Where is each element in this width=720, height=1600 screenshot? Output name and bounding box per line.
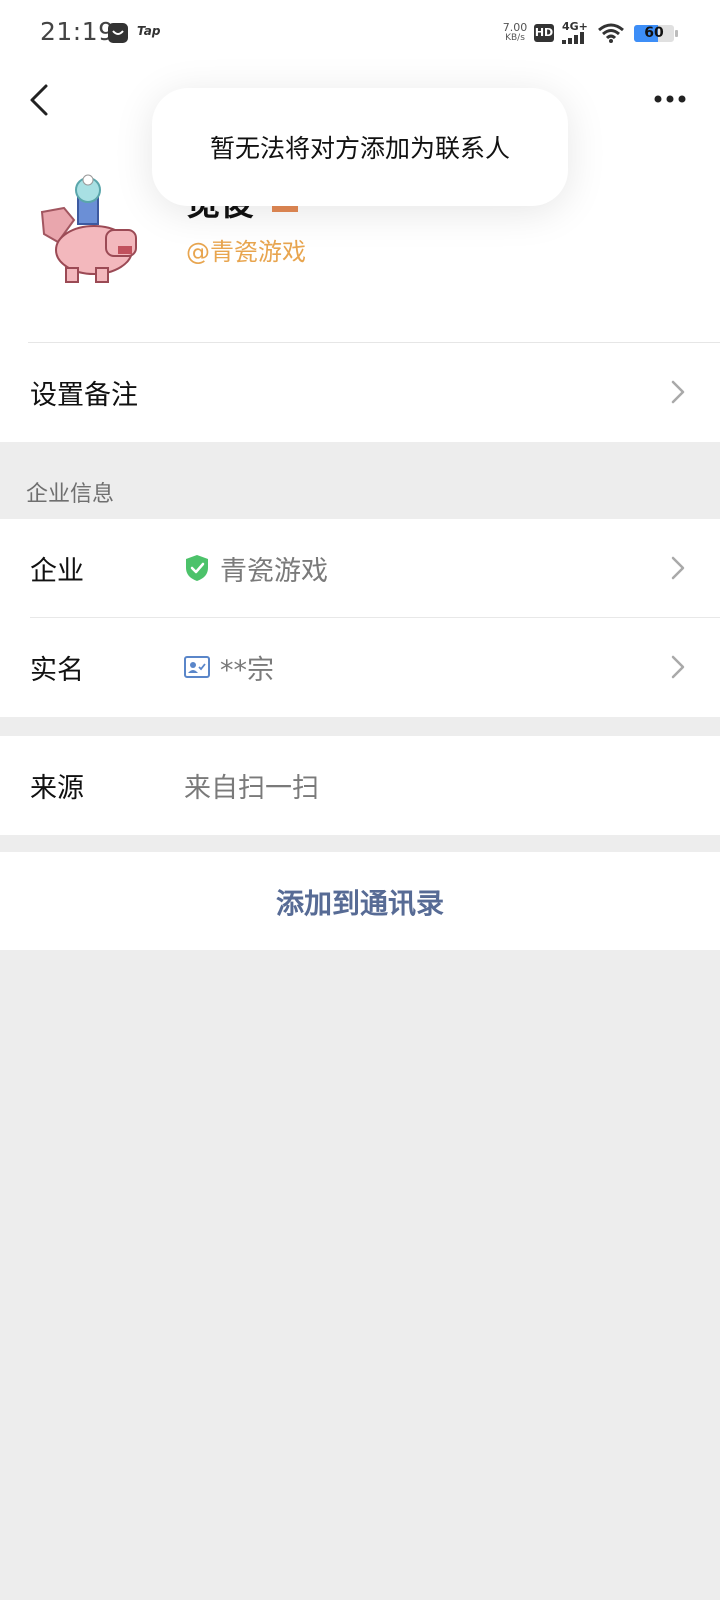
source-label: 来源	[30, 773, 84, 804]
set-remark-label: 设置备注	[30, 380, 138, 411]
corp-handle: @青瓷游戏	[186, 238, 306, 266]
net-speed: 7.00 KB/s	[502, 21, 528, 43]
source-value: 来自扫一扫	[184, 773, 319, 804]
more-options-button[interactable]	[650, 84, 694, 114]
section-label-enterprise-info: 企业信息	[26, 482, 115, 507]
status-bar: 21:19 Tap 7.00 KB/s HD 4G+ 60	[0, 0, 720, 66]
toast-message: 暂无法将对方添加为联系人	[152, 88, 568, 206]
add-to-contacts-button[interactable]: 添加到通讯录	[0, 852, 720, 950]
hd-badge: HD	[534, 24, 554, 42]
realname-label: 实名	[30, 655, 84, 686]
back-button[interactable]	[22, 78, 62, 122]
wifi-icon	[598, 23, 624, 43]
enterprise-row[interactable]: 企业 青瓷游戏	[0, 519, 720, 618]
cell-signal-icon	[562, 32, 584, 44]
verified-shield-icon	[186, 555, 208, 581]
chevron-right-icon	[671, 556, 685, 580]
status-time: 21:19	[40, 17, 115, 46]
realname-row[interactable]: 实名 **宗	[0, 618, 720, 717]
set-remark-row[interactable]: 设置备注	[0, 343, 720, 442]
chevron-right-icon	[671, 380, 685, 404]
enterprise-label: 企业	[30, 556, 84, 587]
battery-tip	[675, 30, 678, 37]
add-to-contacts-label: 添加到通讯录	[275, 887, 444, 920]
source-row: 来源 来自扫一扫	[0, 736, 720, 835]
chat-bubble-icon	[108, 23, 128, 43]
battery-indicator: 60	[634, 25, 674, 42]
toast-text: 暂无法将对方添加为联系人	[209, 134, 510, 163]
avatar[interactable]	[34, 172, 144, 288]
id-card-icon	[184, 656, 210, 678]
tap-icon: Tap	[137, 24, 161, 38]
realname-value: **宗	[220, 655, 274, 686]
enterprise-value: 青瓷游戏	[220, 556, 328, 587]
chevron-right-icon	[671, 655, 685, 679]
